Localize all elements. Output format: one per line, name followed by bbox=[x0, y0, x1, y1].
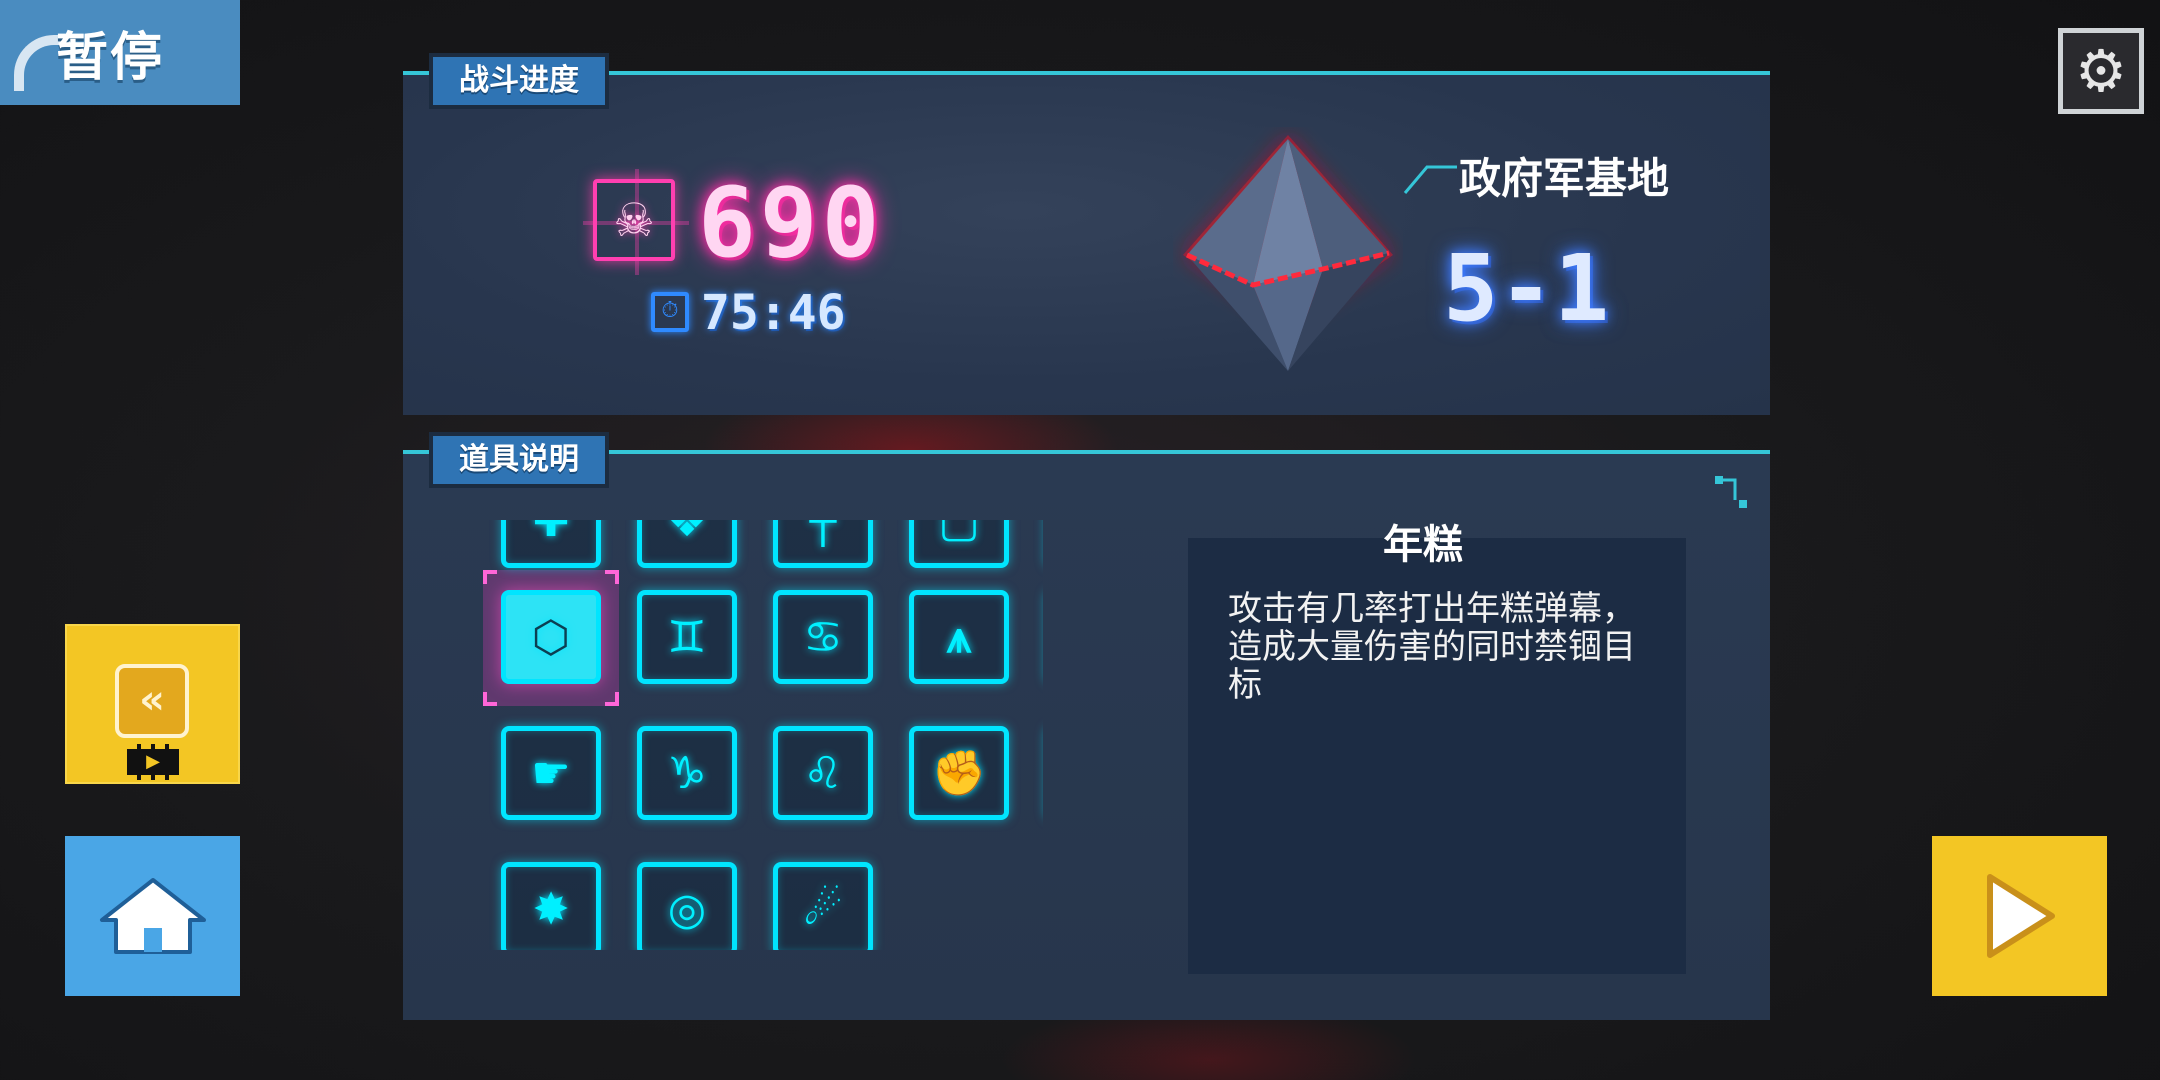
item-slot-gemini[interactable]: ♊ bbox=[637, 590, 737, 684]
gear-icon: ⚙ bbox=[2075, 37, 2127, 105]
home-icon bbox=[99, 878, 206, 954]
item-icon: ┼ bbox=[809, 520, 837, 547]
item-slot[interactable]: ❖ bbox=[637, 520, 737, 568]
item-slot-cancer[interactable]: ♋ bbox=[773, 590, 873, 684]
item-slot[interactable]: ┼ bbox=[773, 520, 873, 568]
item-description: 攻击有几率打出年糕弹幕，造成大量伤害的同时禁锢目标 bbox=[1228, 589, 1636, 705]
item-slot-gun-hand[interactable]: ☛ bbox=[501, 726, 601, 820]
item-icon: ▢ bbox=[938, 520, 980, 547]
item-description-box: 攻击有几率打出年糕弹幕，造成大量伤害的同时禁锢目标 bbox=[1188, 538, 1686, 974]
gun-hand-icon: ☛ bbox=[531, 747, 571, 799]
item-slot-nian-gao[interactable]: ⬡ bbox=[501, 590, 601, 684]
continue-button[interactable] bbox=[1932, 836, 2107, 996]
skull-target-icon: ☠ bbox=[583, 169, 689, 275]
target-ring-icon: ◎ bbox=[667, 883, 707, 935]
item-slot-target-ring[interactable]: ◎ bbox=[637, 862, 737, 950]
rewind-save-icon: « bbox=[115, 664, 189, 738]
location-name: 政府军基地 bbox=[1459, 154, 1670, 203]
item-slot-fist-heart[interactable]: ✊ bbox=[909, 726, 1009, 820]
item-slot[interactable]: ✚ bbox=[501, 520, 601, 568]
play-icon bbox=[1986, 874, 2055, 958]
pause-label: 暂停 bbox=[56, 28, 165, 88]
nian-gao-icon: ⬡ bbox=[531, 611, 571, 663]
home-button[interactable] bbox=[65, 836, 240, 996]
pause-button[interactable]: 暂停 bbox=[0, 0, 240, 105]
timer-icon: ⏱ bbox=[651, 292, 689, 332]
item-title: 年糕 bbox=[1383, 522, 1463, 568]
item-icon: ❖ bbox=[667, 520, 707, 547]
item-icon: ✚ bbox=[532, 520, 570, 547]
rewind-video-button[interactable]: « ▶ bbox=[65, 624, 240, 784]
item-slot-fangs[interactable]: ⩚ bbox=[909, 590, 1009, 684]
battle-progress-panel: 战斗进度 ☠ 690 ⏱ 75:46 政府军基地 5-1 bbox=[403, 53, 1770, 415]
battle-progress-tab: 战斗进度 bbox=[429, 53, 609, 109]
leo-icon: ♌ bbox=[803, 747, 843, 799]
fist-heart-icon: ✊ bbox=[931, 748, 987, 799]
burst-icon: ✸ bbox=[532, 883, 570, 935]
item-info-panel: 道具说明 ✚ ❖ ┼ ▢ ◉ ⬡ ♊ ♋ ⩚ ♐ ☛ ♑ ♌ ✊ ✚ ✸ ◎ ☄… bbox=[403, 432, 1770, 1020]
item-slot-burst[interactable]: ✸ bbox=[501, 862, 601, 950]
fangs-icon: ⩚ bbox=[946, 611, 972, 663]
capricorn-icon: ♑ bbox=[667, 747, 707, 799]
item-slot-leo[interactable]: ♌ bbox=[773, 726, 873, 820]
cancer-icon: ♋ bbox=[803, 611, 843, 663]
flame-bullet-icon: ☄ bbox=[803, 883, 843, 935]
location-pointer-icon bbox=[1403, 165, 1457, 194]
timer-value: 75:46 bbox=[701, 285, 846, 341]
skull-icon: ☠ bbox=[613, 193, 655, 247]
item-slot[interactable]: ▢ bbox=[909, 520, 1009, 568]
item-slot-flame-bullet[interactable]: ☄ bbox=[773, 862, 873, 950]
item-slot-capricorn[interactable]: ♑ bbox=[637, 726, 737, 820]
item-grid: ✚ ❖ ┼ ▢ ◉ ⬡ ♊ ♋ ⩚ ♐ ☛ ♑ ♌ ✊ ✚ ✸ ◎ ☄ bbox=[483, 520, 1043, 950]
kill-count: 690 bbox=[698, 167, 884, 279]
settings-button[interactable]: ⚙ bbox=[2058, 28, 2144, 114]
film-icon: ▶ bbox=[127, 744, 179, 780]
crystal-icon bbox=[1183, 135, 1393, 371]
item-info-tab: 道具说明 bbox=[429, 432, 609, 488]
stage-number: 5-1 bbox=[1443, 235, 1610, 342]
expand-icon[interactable] bbox=[1713, 474, 1749, 510]
gemini-icon: ♊ bbox=[667, 611, 707, 663]
